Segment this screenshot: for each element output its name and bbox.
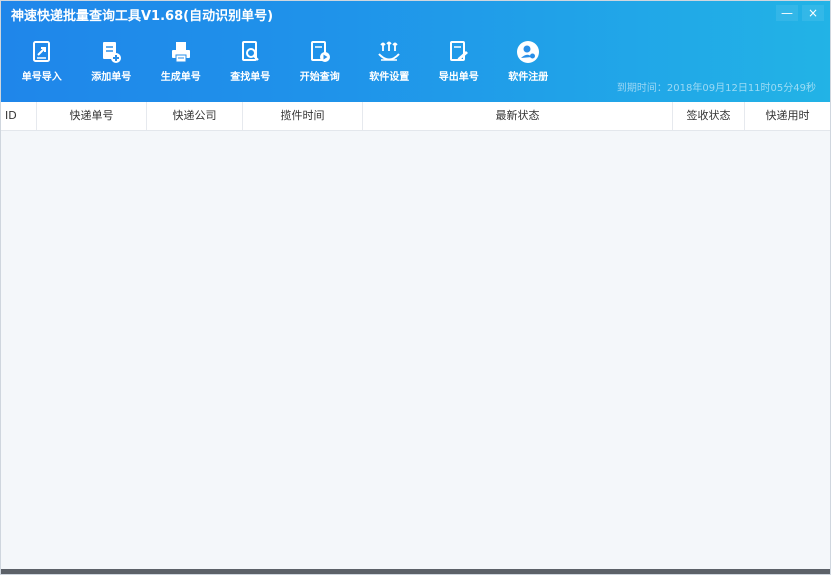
toolbar: 单号导入 添加单号 生成单号 查找单号 开始查询 软件设置 导出单号 软件注册	[7, 39, 563, 83]
play-icon	[310, 41, 330, 62]
start-query-label: 开始查询	[299, 72, 340, 83]
register-button[interactable]: 软件注册	[494, 39, 564, 83]
column-header-sign-status[interactable]: 签收状态	[673, 102, 745, 130]
window-title: 神速快递批量查询工具V1.68(自动识别单号)	[11, 9, 274, 24]
column-header-company[interactable]: 快递公司	[147, 102, 243, 130]
add-number-label: 添加单号	[91, 72, 132, 83]
generate-number-label: 生成单号	[160, 72, 201, 83]
find-number-label: 查找单号	[230, 72, 271, 83]
settings-label: 软件设置	[369, 72, 410, 83]
title-bar: 神速快递批量查询工具V1.68(自动识别单号) — × 单号导入 添加单号 生成…	[1, 1, 830, 102]
app-window: 神速快递批量查询工具V1.68(自动识别单号) — × 单号导入 添加单号 生成…	[0, 0, 831, 575]
minimize-button[interactable]: —	[776, 5, 798, 21]
search-icon	[242, 41, 260, 61]
export-number-button[interactable]: 导出单号	[424, 39, 494, 83]
column-header-id[interactable]: ID	[1, 102, 37, 130]
column-header-duration[interactable]: 快递用时	[745, 102, 830, 130]
expire-time: 到期时间：2018年09月12日11时05分49秒	[616, 83, 816, 94]
column-header-latest-status[interactable]: 最新状态	[363, 102, 673, 130]
register-label: 软件注册	[508, 72, 549, 83]
add-icon	[103, 42, 122, 63]
user-icon	[517, 41, 540, 63]
printer-icon	[171, 42, 190, 63]
column-header-tracking-number[interactable]: 快递单号	[37, 102, 147, 130]
generate-number-button[interactable]: 生成单号	[146, 39, 216, 83]
start-query-button[interactable]: 开始查询	[285, 39, 355, 83]
table-header: ID 快递单号 快递公司 揽件时间 最新状态 签收状态 快递用时	[1, 102, 830, 131]
export-icon	[449, 41, 468, 61]
table-body[interactable]	[1, 131, 830, 571]
status-bar	[1, 569, 830, 574]
import-label: 单号导入	[21, 72, 62, 83]
find-number-button[interactable]: 查找单号	[216, 39, 286, 83]
import-icon	[32, 41, 50, 62]
column-header-pickup-time[interactable]: 揽件时间	[243, 102, 363, 130]
window-controls: — ×	[772, 5, 824, 21]
settings-button[interactable]: 软件设置	[355, 39, 425, 83]
settings-icon	[378, 41, 400, 61]
import-button[interactable]: 单号导入	[7, 39, 77, 83]
export-number-label: 导出单号	[438, 72, 479, 83]
add-number-button[interactable]: 添加单号	[77, 39, 147, 83]
close-button[interactable]: ×	[802, 5, 824, 21]
